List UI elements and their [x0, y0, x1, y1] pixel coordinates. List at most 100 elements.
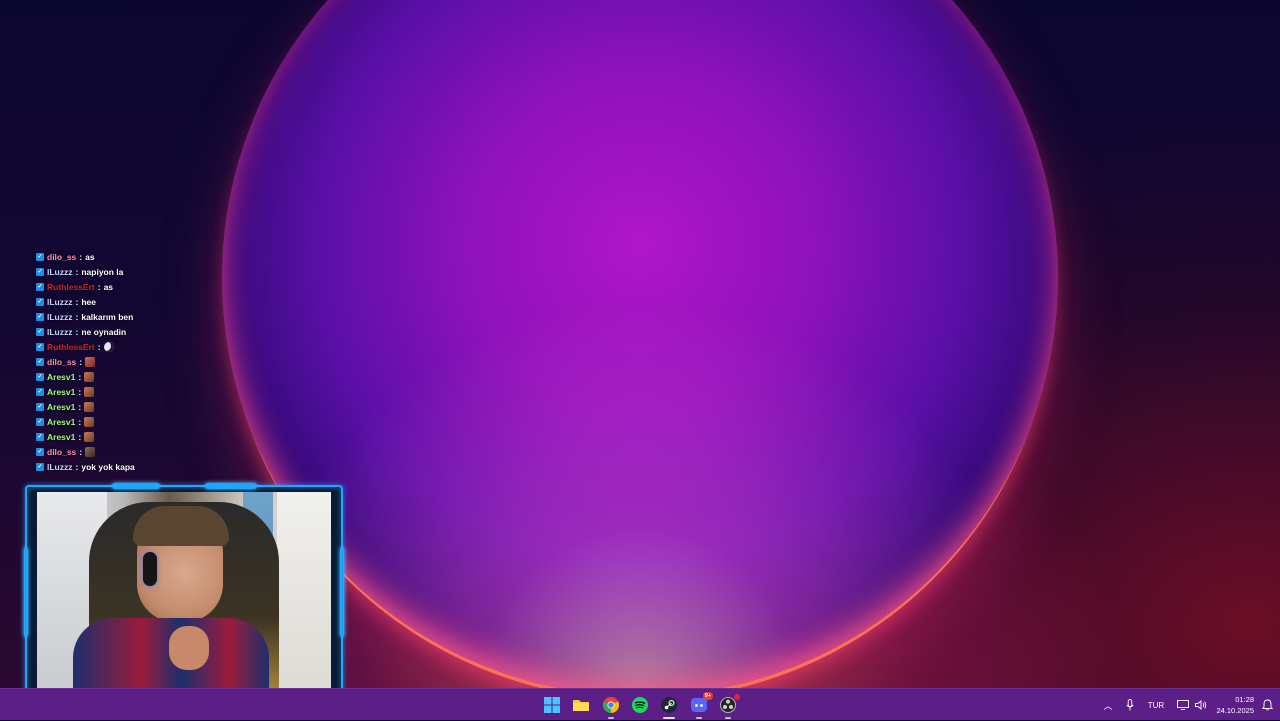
network-button[interactable] — [1174, 689, 1192, 721]
chat-separator: : — [78, 401, 82, 412]
hand — [169, 626, 209, 670]
badge-icon: ✓ — [36, 387, 44, 396]
moon-emote-icon — [103, 341, 114, 352]
show-hidden-icons-button[interactable]: ︿ — [1098, 689, 1118, 721]
chat-username: Aresv1 — [47, 386, 76, 397]
file-explorer-button[interactable] — [570, 694, 592, 716]
badge-icon: ✓ — [36, 282, 44, 291]
streamer-hair — [133, 506, 229, 546]
chat-message: ✓ Aresv1 : — [36, 399, 256, 414]
cat-emote-icon — [84, 416, 95, 427]
running-indicator — [608, 717, 614, 719]
chat-separator: : — [75, 266, 79, 277]
chat-separator: : — [75, 296, 79, 307]
speaker-icon — [1195, 700, 1207, 710]
cat-emote-icon — [84, 431, 95, 442]
chat-separator: : — [78, 431, 82, 442]
chat-separator: : — [78, 386, 82, 397]
chat-message: ✓ lLuzzz : kalkarım ben — [36, 309, 256, 324]
bell-icon — [1261, 699, 1273, 711]
chat-username: dilo_ss — [47, 251, 77, 262]
chat-separator: : — [75, 311, 79, 322]
chat-message: ✓ lLuzzz : yok yok kapa — [36, 459, 256, 474]
chat-text: napiyon la — [81, 266, 124, 277]
chat-separator: : — [75, 326, 79, 337]
chat-username: Aresv1 — [47, 431, 76, 442]
badge-icon: ✓ — [36, 432, 44, 441]
taskbar: 9+ ︿ TUR 01:28 24.10.2025 — [0, 688, 1280, 720]
obs-icon — [720, 697, 736, 713]
badge-icon: ✓ — [36, 447, 44, 456]
badge-icon: ✓ — [36, 312, 44, 321]
cat-emote-icon — [84, 386, 95, 397]
start-button[interactable] — [541, 694, 563, 716]
stream-chat-overlay: ✓ dilo_ss : as ✓ lLuzzz : napiyon la ✓ R… — [36, 249, 256, 474]
chrome-button[interactable] — [600, 694, 622, 719]
notification-badge: 9+ — [702, 692, 713, 700]
chrome-icon — [603, 697, 619, 713]
chat-text: ne oynadin — [81, 326, 127, 337]
badge-icon: ✓ — [36, 297, 44, 306]
microphone-button[interactable] — [1120, 689, 1140, 721]
active-indicator — [663, 717, 675, 719]
face-emote-icon — [85, 356, 96, 367]
chat-message: ✓ lLuzzz : napiyon la — [36, 264, 256, 279]
chat-message: ✓ lLuzzz : ne oynadin — [36, 324, 256, 339]
discord-button[interactable]: 9+ — [688, 692, 713, 719]
chat-username: dilo_ss — [47, 446, 77, 457]
chat-text: kalkarım ben — [81, 311, 134, 322]
cat-emote-icon — [84, 371, 95, 382]
chat-separator: : — [97, 281, 101, 292]
chat-message: ✓ Aresv1 : — [36, 414, 256, 429]
running-indicator — [725, 717, 731, 719]
chat-username: lLuzzz — [47, 311, 73, 322]
steam-button[interactable] — [658, 694, 680, 719]
chat-separator: : — [97, 341, 101, 352]
chat-message: ✓ RuthlessErt : — [36, 339, 256, 354]
chat-username: lLuzzz — [47, 326, 73, 337]
recording-dot-icon — [734, 694, 740, 700]
obs-button[interactable] — [717, 694, 740, 719]
badge-icon: ✓ — [36, 372, 44, 381]
chat-separator: : — [79, 251, 83, 262]
frame-accent — [112, 483, 160, 489]
chat-username: lLuzzz — [47, 461, 73, 472]
chat-message: ✓ Aresv1 : — [36, 384, 256, 399]
clock-button[interactable]: 01:28 24.10.2025 — [1216, 694, 1254, 716]
badge-icon: ✓ — [36, 342, 44, 351]
chat-message: ✓ dilo_ss : as — [36, 249, 256, 264]
windows-logo-icon — [544, 697, 560, 713]
webcam-frame — [24, 483, 344, 709]
microphone-icon — [1126, 699, 1134, 711]
badge-icon: ✓ — [36, 252, 44, 261]
frame-accent — [205, 483, 257, 489]
notifications-button[interactable] — [1258, 689, 1276, 721]
chat-username: Aresv1 — [47, 416, 76, 427]
chat-separator: : — [79, 446, 83, 457]
folder-icon — [573, 700, 589, 711]
chat-separator: : — [75, 461, 79, 472]
chat-username: lLuzzz — [47, 266, 73, 277]
steam-icon — [661, 697, 677, 713]
group-emote-icon — [85, 446, 96, 457]
badge-icon: ✓ — [36, 267, 44, 276]
clock-time: 01:28 — [1235, 695, 1254, 704]
chat-text: yok yok kapa — [81, 461, 135, 472]
spotify-button[interactable] — [629, 694, 651, 716]
volume-button[interactable] — [1192, 689, 1210, 721]
chat-message: ✓ lLuzzz : hee — [36, 294, 256, 309]
chat-username: Aresv1 — [47, 371, 76, 382]
badge-icon: ✓ — [36, 402, 44, 411]
cat-emote-icon — [84, 401, 95, 412]
clock-date: 24.10.2025 — [1216, 706, 1254, 715]
network-monitor-icon — [1177, 700, 1189, 710]
chat-username: RuthlessErt — [47, 281, 95, 292]
badge-icon: ✓ — [36, 327, 44, 336]
chat-text: as — [85, 251, 95, 262]
door — [277, 492, 331, 698]
badge-icon: ✓ — [36, 417, 44, 426]
chat-username: Aresv1 — [47, 401, 76, 412]
chat-username: dilo_ss — [47, 356, 77, 367]
input-language-button[interactable]: TUR — [1142, 689, 1170, 721]
chat-separator: : — [78, 416, 82, 427]
